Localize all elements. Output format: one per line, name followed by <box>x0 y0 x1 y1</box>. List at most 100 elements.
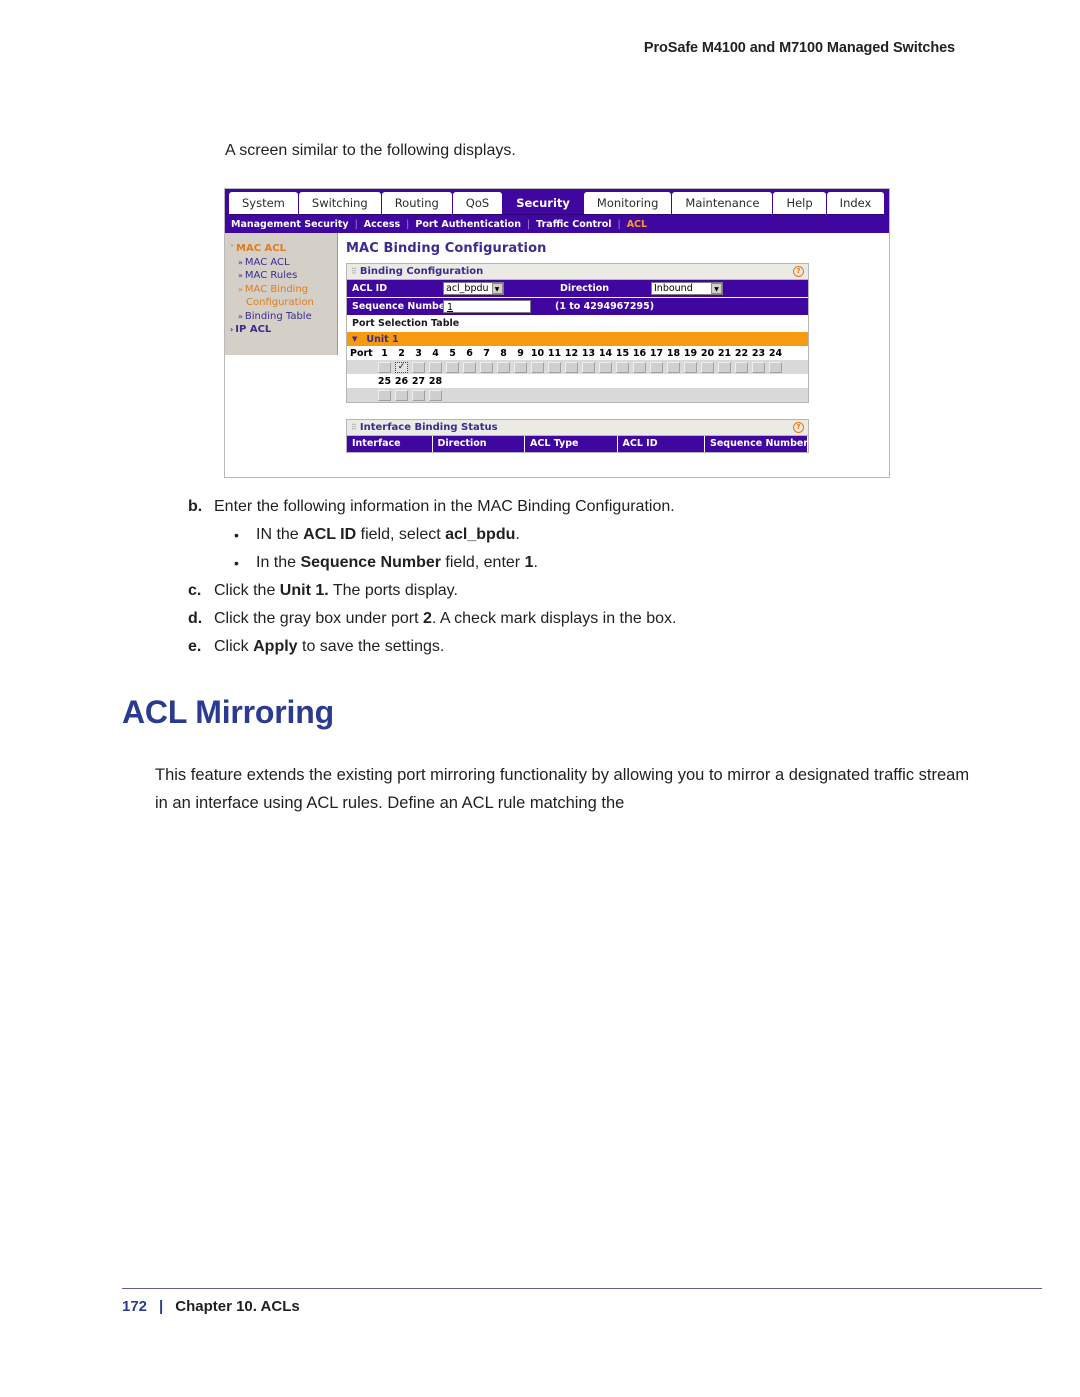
help-icon[interactable]: ? <box>793 422 804 433</box>
port-number-label: 10 <box>530 347 545 359</box>
port-checkbox-1[interactable] <box>378 361 391 373</box>
sidebar-item-mac-acl[interactable]: » MAC ACL <box>230 256 337 270</box>
port-checkbox-wrapper <box>580 361 597 373</box>
port-checkbox-wrapper <box>461 361 478 373</box>
step-letter: c. <box>188 582 202 599</box>
port-checkbox-wrapper <box>767 361 784 373</box>
step-d: d. Click the gray box under port 2. A ch… <box>188 606 968 632</box>
sidebar-item-configuration[interactable]: Configuration <box>230 296 337 310</box>
port-checkbox-17[interactable] <box>650 361 663 373</box>
tab-monitoring[interactable]: Monitoring <box>583 192 672 214</box>
port-checkbox-18[interactable] <box>667 361 680 373</box>
tab-qos[interactable]: QoS <box>452 192 503 214</box>
port-number-label: 11 <box>547 347 562 359</box>
tab-help[interactable]: Help <box>773 192 826 214</box>
port-checkbox-6[interactable] <box>463 361 476 373</box>
port-checkbox-16[interactable] <box>633 361 646 373</box>
port-checkbox-3[interactable] <box>412 361 425 373</box>
port-checkbox-wrapper <box>410 361 427 373</box>
unit-label: Unit 1 <box>366 333 399 345</box>
subnav-item-port-authentication[interactable]: Port Authentication <box>415 219 521 230</box>
port-number-label: 28 <box>428 375 443 387</box>
port-checkbox-5[interactable] <box>446 361 459 373</box>
step-letter: b. <box>188 498 203 515</box>
port-checkbox-27[interactable] <box>412 389 425 401</box>
column-header-interface: Interface <box>347 436 433 452</box>
port-checkbox-28[interactable] <box>429 389 442 401</box>
port-checkbox-10[interactable] <box>531 361 544 373</box>
port-checkbox-wrapper <box>648 361 665 373</box>
chevron-down-icon[interactable]: ▼ <box>491 283 503 294</box>
port-number-label: 5 <box>449 347 456 359</box>
help-icon[interactable]: ? <box>793 266 804 277</box>
port-checkbox-20[interactable] <box>701 361 714 373</box>
port-checkbox-19[interactable] <box>684 361 697 373</box>
port-checkbox-23[interactable] <box>752 361 765 373</box>
acl-id-label: ACL ID <box>352 283 388 294</box>
port-checkbox-21[interactable] <box>718 361 731 373</box>
port-checkbox-4[interactable] <box>429 361 442 373</box>
acl-id-value: acl_bpdu <box>446 283 489 294</box>
subnav-item-traffic-control[interactable]: Traffic Control <box>536 219 611 230</box>
sequence-number-input[interactable]: 1 <box>443 300 531 313</box>
tab-routing[interactable]: Routing <box>381 192 452 214</box>
sequence-number-row: Sequence Number 1 (1 to 4294967295) <box>347 298 808 316</box>
port-checkbox-9[interactable] <box>514 361 527 373</box>
port-checkbox-wrapper <box>444 361 461 373</box>
sidebar-item-mac-binding[interactable]: » MAC Binding <box>230 283 337 297</box>
unit-1-bar[interactable]: ▼ Unit 1 <box>347 332 808 346</box>
tab-system[interactable]: System <box>229 192 298 214</box>
port-number-label: 23 <box>751 347 766 359</box>
sidebar-bullet-icon: » <box>238 257 243 267</box>
step-text: Click the Unit 1. The ports display. <box>214 582 458 599</box>
direction-select[interactable]: Inbound ▼ <box>651 282 723 295</box>
port-checkbox-15[interactable] <box>616 361 629 373</box>
page-title: ACL Mirroring <box>122 694 334 730</box>
port-checkbox-14[interactable] <box>599 361 612 373</box>
sidebar-item-mac-rules[interactable]: » MAC Rules <box>230 269 337 283</box>
port-checkbox-12[interactable] <box>565 361 578 373</box>
sequence-number-range-hint: (1 to 4294967295) <box>555 301 655 312</box>
subnav-item-access[interactable]: Access <box>364 219 400 230</box>
port-number-row-2: 25 26 27 28 <box>347 374 808 388</box>
subnav-item-management-security[interactable]: Management Security <box>231 219 349 230</box>
port-checkbox-8[interactable] <box>497 361 510 373</box>
step-text: Click the gray box under port 2. A check… <box>214 610 677 627</box>
port-checkbox-wrapper <box>699 361 716 373</box>
section-title: Binding Configuration <box>359 266 484 277</box>
sidebar-item-binding-table[interactable]: » Binding Table <box>230 310 337 324</box>
port-checkbox-wrapper <box>682 361 699 373</box>
step-e: e. Click Apply to save the settings. <box>188 634 968 660</box>
port-checkbox-7[interactable] <box>480 361 493 373</box>
chevron-down-icon[interactable]: ▼ <box>711 283 722 294</box>
port-checkbox-24[interactable] <box>769 361 782 373</box>
tab-maintenance[interactable]: Maintenance <box>672 192 773 214</box>
sidebar-item-label: MAC Rules <box>244 270 298 281</box>
port-number-label: 4 <box>432 347 439 359</box>
subnav-item-acl[interactable]: ACL <box>627 219 647 230</box>
intro-text: A screen similar to the following displa… <box>225 142 516 159</box>
tab-switching[interactable]: Switching <box>298 192 381 214</box>
port-checkbox-25[interactable] <box>378 389 391 401</box>
port-number-label: 26 <box>394 375 409 387</box>
port-checkbox-13[interactable] <box>582 361 595 373</box>
sequence-number-cell: 1 <box>443 300 555 313</box>
port-checkbox-22[interactable] <box>735 361 748 373</box>
sidebar-item-ip-acl[interactable]: › IP ACL <box>230 323 337 337</box>
direction-label: Direction <box>560 283 609 294</box>
port-number-label: 20 <box>700 347 715 359</box>
port-checkbox-11[interactable] <box>548 361 561 373</box>
port-checkbox-wrapper <box>427 389 444 401</box>
port-number-label: 9 <box>517 347 524 359</box>
port-number-label: 1 <box>381 347 388 359</box>
port-number-label: 8 <box>500 347 507 359</box>
sidebar-item-mac-acl[interactable]: ˅ MAC ACL <box>230 242 337 256</box>
direction-value: Inbound <box>654 283 693 294</box>
port-checkbox-2[interactable]: ✓ <box>395 361 408 373</box>
port-selection-table-title: Port Selection Table <box>347 316 808 332</box>
bullet-text: In the Sequence Number field, enter 1. <box>256 554 538 571</box>
tab-security[interactable]: Security <box>503 192 583 214</box>
port-checkbox-26[interactable] <box>395 389 408 401</box>
tab-index[interactable]: Index <box>826 192 885 214</box>
acl-id-select[interactable]: acl_bpdu ▼ <box>443 282 504 295</box>
